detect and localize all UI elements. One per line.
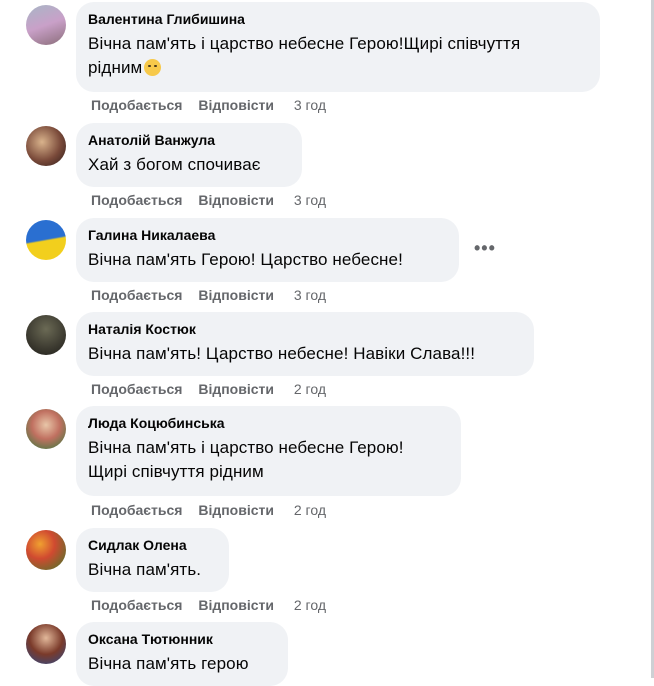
comment-actions: Подобається Відповісти 3 год [91, 192, 338, 208]
comment-text: Вічна пам'ять герою [88, 654, 249, 673]
comment-text: Вічна пам'ять. [88, 560, 202, 579]
comment-bubble: Наталія Костюк Вічна пам'ять! Царство не… [76, 312, 534, 376]
like-button[interactable]: Подобається [91, 192, 182, 208]
comment-time[interactable]: 3 год [294, 97, 326, 113]
comment-author[interactable]: Сидлак Олена [88, 536, 217, 554]
comment-text: Вічна пам'ять Герою! Царство небесне! [88, 250, 403, 269]
avatar[interactable] [26, 624, 66, 664]
comment-actions: Подобається Відповісти 3 год [91, 97, 338, 113]
crying-face-emoji-icon [144, 59, 162, 76]
like-button[interactable]: Подобається [91, 597, 182, 613]
comment-author[interactable]: Галина Никалаева [88, 226, 447, 244]
comment-time[interactable]: 2 год [294, 381, 326, 397]
comment-text: Хай з богом спочиває [88, 155, 261, 174]
comment-author[interactable]: Оксана Тютюнник [88, 630, 276, 648]
comment-text: Вічна пам'ять! Царство небесне! Навіки С… [88, 344, 476, 363]
comment-actions: Подобається Відповісти 2 год [91, 381, 338, 397]
reply-button[interactable]: Відповісти [198, 381, 274, 397]
like-button[interactable]: Подобається [91, 502, 182, 518]
comment-actions: Подобається Відповісти 3 год [91, 287, 338, 303]
comment-author[interactable]: Валентина Глибишина [88, 10, 588, 28]
more-options-icon[interactable]: ••• [474, 238, 496, 259]
like-button[interactable]: Подобається [91, 287, 182, 303]
comment-time[interactable]: 3 год [294, 192, 326, 208]
avatar[interactable] [26, 5, 66, 45]
comment-actions: Подобається Відповісти 2 год [91, 597, 338, 613]
avatar[interactable] [26, 530, 66, 570]
comment-bubble: Люда Коцюбинська Вічна пам'ять і царство… [76, 406, 461, 496]
comment-bubble: Оксана Тютюнник Вічна пам'ять герою [76, 622, 288, 686]
reply-button[interactable]: Відповісти [198, 287, 274, 303]
comment-actions: Подобається Відповісти 2 год [91, 502, 338, 518]
comment-time[interactable]: 2 год [294, 597, 326, 613]
reply-button[interactable]: Відповісти [198, 502, 274, 518]
comment-bubble: Галина Никалаева Вічна пам'ять Герою! Ца… [76, 218, 459, 282]
like-button[interactable]: Подобається [91, 97, 182, 113]
reply-button[interactable]: Відповісти [198, 192, 274, 208]
reply-button[interactable]: Відповісти [198, 97, 274, 113]
comment-bubble: Валентина Глибишина Вічна пам'ять і царс… [76, 2, 600, 92]
comment-text: Вічна пам'ять і царство небесне Герою! Щ… [88, 438, 404, 481]
comment-time[interactable]: 2 год [294, 502, 326, 518]
comment-author[interactable]: Люда Коцюбинська [88, 414, 449, 432]
comment-time[interactable]: 3 год [294, 287, 326, 303]
comment-author[interactable]: Анатолій Ванжула [88, 131, 290, 149]
avatar[interactable] [26, 409, 66, 449]
reply-button[interactable]: Відповісти [198, 597, 274, 613]
comment-author[interactable]: Наталія Костюк [88, 320, 522, 338]
comment-bubble: Сидлак Олена Вічна пам'ять. [76, 528, 229, 592]
comment-bubble: Анатолій Ванжула Хай з богом спочиває [76, 123, 302, 187]
comment-text: Вічна пам'ять і царство небесне Герою!Щи… [88, 34, 521, 77]
avatar[interactable] [26, 126, 66, 166]
avatar[interactable] [26, 315, 66, 355]
avatar[interactable] [26, 220, 66, 260]
like-button[interactable]: Подобається [91, 381, 182, 397]
